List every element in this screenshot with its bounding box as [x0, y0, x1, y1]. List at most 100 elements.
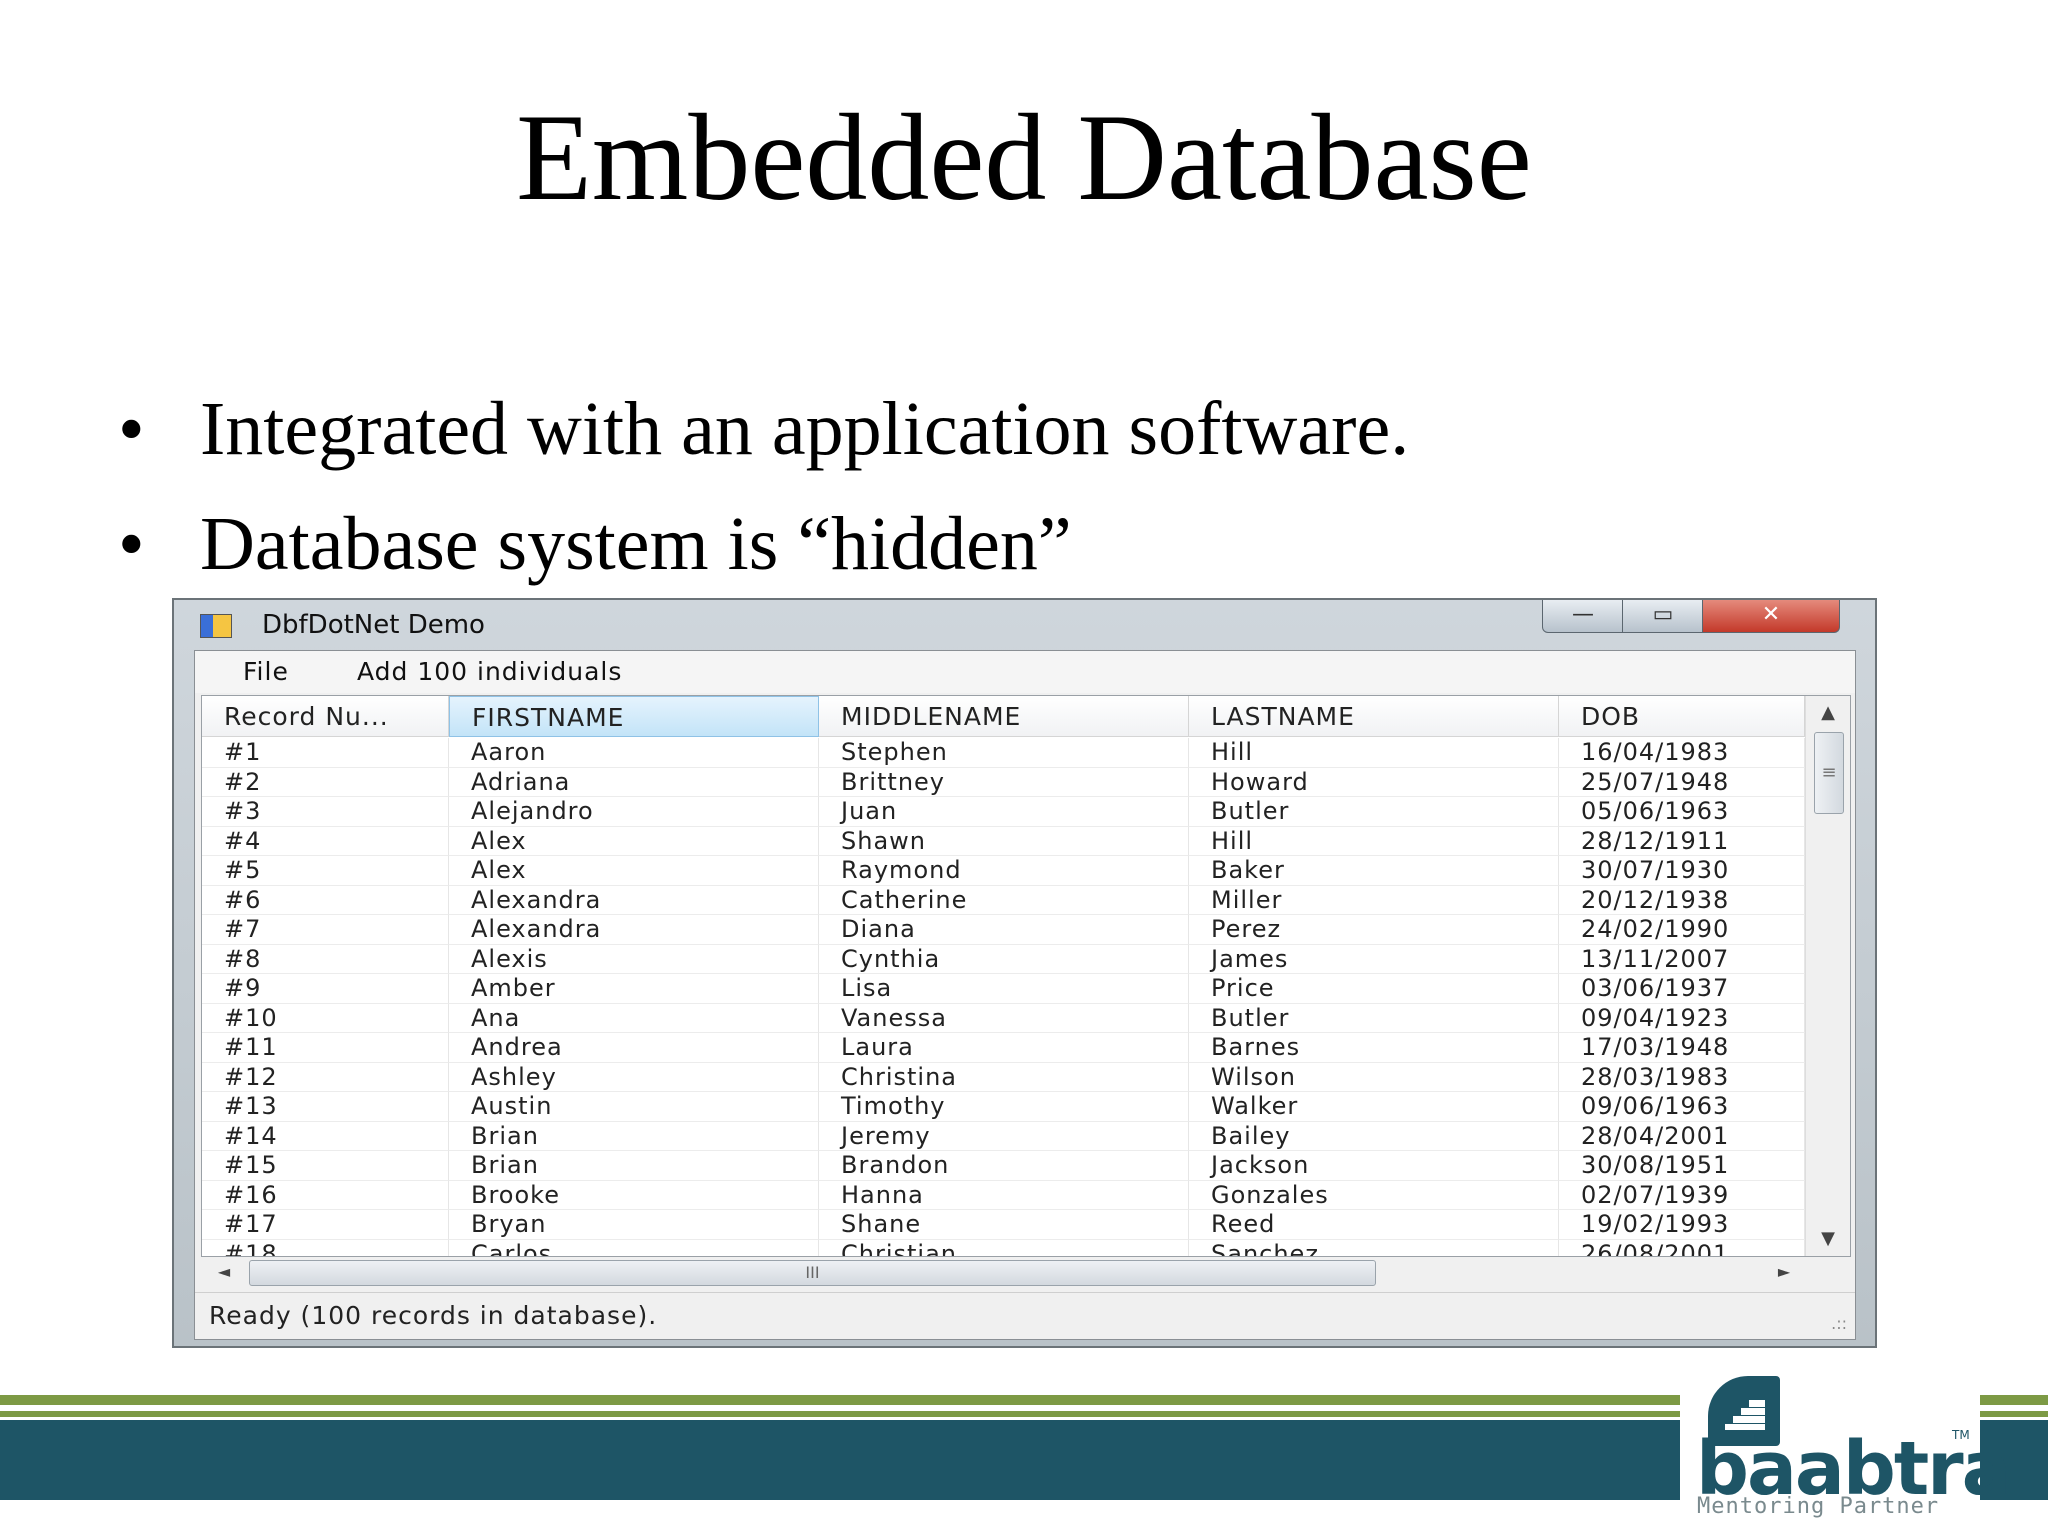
- column-header-lastname[interactable]: LASTNAME: [1189, 696, 1559, 737]
- cell-dob[interactable]: 05/06/1963: [1559, 797, 1805, 827]
- cell-dob[interactable]: 20/12/1938: [1559, 885, 1805, 915]
- cell-firstname[interactable]: Ashley: [449, 1062, 819, 1092]
- cell-middlename[interactable]: Shane: [819, 1210, 1189, 1240]
- cell-lastname[interactable]: Walker: [1189, 1092, 1559, 1122]
- size-grip-icon[interactable]: .::: [1831, 1314, 1847, 1333]
- cell-lastname[interactable]: Sanchez: [1189, 1239, 1559, 1256]
- cell-firstname[interactable]: Alex: [449, 856, 819, 886]
- cell-record-number[interactable]: #9: [202, 974, 449, 1004]
- cell-firstname[interactable]: Aaron: [449, 738, 819, 768]
- cell-dob[interactable]: 17/03/1948: [1559, 1033, 1805, 1063]
- cell-lastname[interactable]: Butler: [1189, 1003, 1559, 1033]
- scroll-left-icon[interactable]: ◄: [209, 1257, 239, 1287]
- cell-firstname[interactable]: Andrea: [449, 1033, 819, 1063]
- scroll-right-icon[interactable]: ►: [1769, 1257, 1799, 1287]
- cell-firstname[interactable]: Alexis: [449, 944, 819, 974]
- cell-lastname[interactable]: Price: [1189, 974, 1559, 1004]
- cell-lastname[interactable]: Butler: [1189, 797, 1559, 827]
- cell-record-number[interactable]: #18: [202, 1239, 449, 1256]
- minimize-button[interactable]: —: [1542, 600, 1624, 633]
- cell-record-number[interactable]: #13: [202, 1092, 449, 1122]
- menu-add-100-individuals[interactable]: Add 100 individuals: [357, 657, 622, 686]
- column-header-firstname[interactable]: FIRSTNAME: [449, 696, 819, 737]
- table-row[interactable]: #6 Alexandra Catherine Miller 20/12/1938: [202, 885, 1805, 915]
- cell-firstname[interactable]: Bryan: [449, 1210, 819, 1240]
- cell-firstname[interactable]: Alex: [449, 826, 819, 856]
- cell-middlename[interactable]: Raymond: [819, 856, 1189, 886]
- table-row[interactable]: #5 Alex Raymond Baker 30/07/1930: [202, 856, 1805, 886]
- table-row[interactable]: #17 Bryan Shane Reed 19/02/1993: [202, 1210, 1805, 1240]
- cell-dob[interactable]: 19/02/1993: [1559, 1210, 1805, 1240]
- cell-firstname[interactable]: Brian: [449, 1151, 819, 1181]
- cell-middlename[interactable]: Laura: [819, 1033, 1189, 1063]
- cell-lastname[interactable]: Gonzales: [1189, 1180, 1559, 1210]
- cell-middlename[interactable]: Christian: [819, 1239, 1189, 1256]
- cell-record-number[interactable]: #7: [202, 915, 449, 945]
- table-row[interactable]: #11 Andrea Laura Barnes 17/03/1948: [202, 1033, 1805, 1063]
- cell-record-number[interactable]: #16: [202, 1180, 449, 1210]
- maximize-button[interactable]: ▭: [1622, 600, 1704, 633]
- cell-record-number[interactable]: #10: [202, 1003, 449, 1033]
- cell-lastname[interactable]: Howard: [1189, 767, 1559, 797]
- vertical-scroll-thumb[interactable]: ≡: [1814, 732, 1844, 814]
- cell-dob[interactable]: 03/06/1937: [1559, 974, 1805, 1004]
- cell-dob[interactable]: 13/11/2007: [1559, 944, 1805, 974]
- data-grid[interactable]: Record Nu... FIRSTNAME MIDDLENAME LASTNA…: [201, 695, 1851, 1257]
- cell-record-number[interactable]: #1: [202, 738, 449, 768]
- cell-dob[interactable]: 30/07/1930: [1559, 856, 1805, 886]
- table-row[interactable]: #9 Amber Lisa Price 03/06/1937: [202, 974, 1805, 1004]
- cell-firstname[interactable]: Alexandra: [449, 915, 819, 945]
- cell-dob[interactable]: 28/03/1983: [1559, 1062, 1805, 1092]
- cell-middlename[interactable]: Shawn: [819, 826, 1189, 856]
- cell-record-number[interactable]: #14: [202, 1121, 449, 1151]
- cell-middlename[interactable]: Christina: [819, 1062, 1189, 1092]
- table-row[interactable]: #18 Carlos Christian Sanchez 26/08/2001: [202, 1239, 1805, 1256]
- cell-record-number[interactable]: #15: [202, 1151, 449, 1181]
- horizontal-scroll-thumb[interactable]: III: [249, 1260, 1376, 1286]
- horizontal-scrollbar[interactable]: ◄ III ►: [201, 1257, 1849, 1287]
- cell-firstname[interactable]: Amber: [449, 974, 819, 1004]
- cell-dob[interactable]: 16/04/1983: [1559, 738, 1805, 768]
- cell-lastname[interactable]: Reed: [1189, 1210, 1559, 1240]
- cell-record-number[interactable]: #17: [202, 1210, 449, 1240]
- table-row[interactable]: #12 Ashley Christina Wilson 28/03/1983: [202, 1062, 1805, 1092]
- cell-dob[interactable]: 02/07/1939: [1559, 1180, 1805, 1210]
- cell-record-number[interactable]: #3: [202, 797, 449, 827]
- window-titlebar[interactable]: DbfDotNet Demo — ▭ ✕: [174, 600, 1875, 644]
- table-row[interactable]: #3 Alejandro Juan Butler 05/06/1963: [202, 797, 1805, 827]
- cell-middlename[interactable]: Juan: [819, 797, 1189, 827]
- cell-record-number[interactable]: #5: [202, 856, 449, 886]
- table-row[interactable]: #16 Brooke Hanna Gonzales 02/07/1939: [202, 1180, 1805, 1210]
- scroll-down-icon[interactable]: ▼: [1806, 1224, 1850, 1254]
- cell-lastname[interactable]: Bailey: [1189, 1121, 1559, 1151]
- cell-firstname[interactable]: Adriana: [449, 767, 819, 797]
- cell-dob[interactable]: 30/08/1951: [1559, 1151, 1805, 1181]
- table-row[interactable]: #8 Alexis Cynthia James 13/11/2007: [202, 944, 1805, 974]
- column-header-middlename[interactable]: MIDDLENAME: [819, 696, 1189, 737]
- cell-middlename[interactable]: Jeremy: [819, 1121, 1189, 1151]
- scroll-up-icon[interactable]: ▲: [1806, 698, 1850, 728]
- cell-dob[interactable]: 26/08/2001: [1559, 1239, 1805, 1256]
- menu-file[interactable]: File: [243, 657, 289, 686]
- cell-record-number[interactable]: #8: [202, 944, 449, 974]
- table-row[interactable]: #2 Adriana Brittney Howard 25/07/1948: [202, 767, 1805, 797]
- table-row[interactable]: #14 Brian Jeremy Bailey 28/04/2001: [202, 1121, 1805, 1151]
- cell-middlename[interactable]: Catherine: [819, 885, 1189, 915]
- cell-lastname[interactable]: Baker: [1189, 856, 1559, 886]
- cell-record-number[interactable]: #2: [202, 767, 449, 797]
- cell-lastname[interactable]: Hill: [1189, 738, 1559, 768]
- cell-lastname[interactable]: Hill: [1189, 826, 1559, 856]
- cell-middlename[interactable]: Stephen: [819, 738, 1189, 768]
- cell-middlename[interactable]: Hanna: [819, 1180, 1189, 1210]
- cell-firstname[interactable]: Ana: [449, 1003, 819, 1033]
- cell-dob[interactable]: 09/06/1963: [1559, 1092, 1805, 1122]
- table-row[interactable]: #7 Alexandra Diana Perez 24/02/1990: [202, 915, 1805, 945]
- cell-middlename[interactable]: Timothy: [819, 1092, 1189, 1122]
- cell-middlename[interactable]: Lisa: [819, 974, 1189, 1004]
- cell-lastname[interactable]: Miller: [1189, 885, 1559, 915]
- cell-dob[interactable]: 28/04/2001: [1559, 1121, 1805, 1151]
- column-header-dob[interactable]: DOB: [1559, 696, 1805, 737]
- column-header-record-number[interactable]: Record Nu...: [202, 696, 449, 737]
- cell-firstname[interactable]: Brian: [449, 1121, 819, 1151]
- cell-lastname[interactable]: Perez: [1189, 915, 1559, 945]
